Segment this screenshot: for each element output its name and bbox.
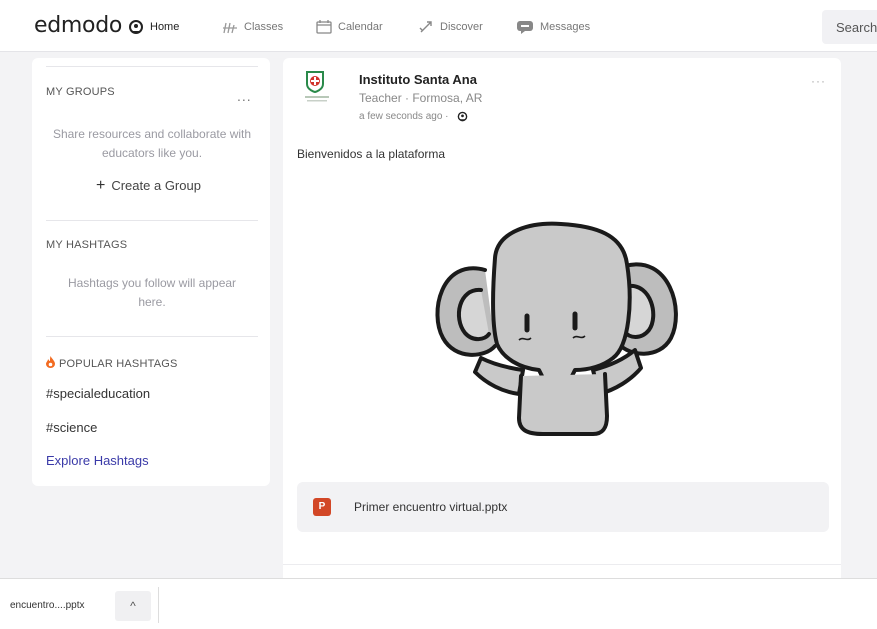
groups-more-button[interactable]: ... [237,88,252,104]
discover-icon [419,21,432,33]
divider [46,66,258,67]
elephant-illustration [435,221,678,436]
nav-discover-label: Discover [440,21,483,33]
sidebar-card: MY GROUPS ... Share resources and collab… [32,58,270,486]
download-file-name[interactable]: encuentro....pptx [10,600,85,611]
home-icon [129,20,143,34]
nav-home[interactable]: Home [128,17,179,37]
chevron-up-icon: ^ [130,599,136,613]
hashtags-empty-text: Hashtags you follow will appear here. [67,276,237,309]
my-groups-heading: MY GROUPS [46,86,115,98]
popular-hashtags-heading: POPULAR HASHTAGS [46,356,178,370]
powerpoint-icon: P [313,498,331,516]
post-author[interactable]: Instituto Santa Ana [359,72,477,87]
calendar-icon [316,20,332,34]
nav-calendar[interactable]: Calendar [316,17,383,37]
divider [46,336,258,337]
post-more-button[interactable]: ··· [811,74,826,88]
post-timestamp: a few seconds ago · [359,111,468,122]
hashtag-link[interactable]: #specialeducation [46,386,150,401]
post-text: Bienvenidos a la plataforma [297,147,446,161]
messages-icon [517,21,533,34]
globe-icon [457,111,467,122]
my-hashtags-heading: MY HASHTAGS [46,239,128,251]
explore-hashtags-link[interactable]: Explore Hashtags [46,453,149,468]
top-nav-bar: edmodo Home Classes Calendar Discover Me… [0,0,877,52]
post-time-label: a few seconds ago · [359,111,449,122]
divider [158,587,159,623]
nav-messages-label: Messages [540,21,591,33]
hashtag-link[interactable]: #science [46,420,97,435]
create-group-label: Create a Group [111,178,201,193]
groups-empty-text: Share resources and collaborate with edu… [52,127,252,160]
flame-icon [46,356,55,368]
school-logo-icon[interactable] [303,70,333,104]
classes-icon [223,22,237,34]
download-options-button[interactable]: ^ [115,591,151,621]
nav-classes-label: Classes [244,21,284,33]
download-bar: encuentro....pptx ^ [0,578,877,629]
plus-icon: + [96,177,106,194]
nav-discover[interactable]: Discover [418,17,483,37]
create-group-button[interactable]: + Create a Group [96,177,201,195]
post-author-role: Teacher · Formosa, AR [359,91,483,105]
nav-calendar-label: Calendar [338,21,383,33]
divider [283,564,841,565]
post-card: Instituto Santa Ana Teacher · Formosa, A… [283,58,841,588]
edmodo-logo[interactable]: edmodo [34,13,122,38]
attachment-file[interactable]: P Primer encuentro virtual.pptx [297,482,829,532]
attachment-name[interactable]: Primer encuentro virtual.pptx [354,500,507,514]
nav-home-label: Home [150,21,180,33]
nav-messages[interactable]: Messages [516,17,590,37]
popular-hashtags-label: POPULAR HASHTAGS [59,358,178,370]
search-input[interactable]: Search [822,10,877,44]
divider [46,220,258,221]
nav-classes[interactable]: Classes [222,17,283,37]
